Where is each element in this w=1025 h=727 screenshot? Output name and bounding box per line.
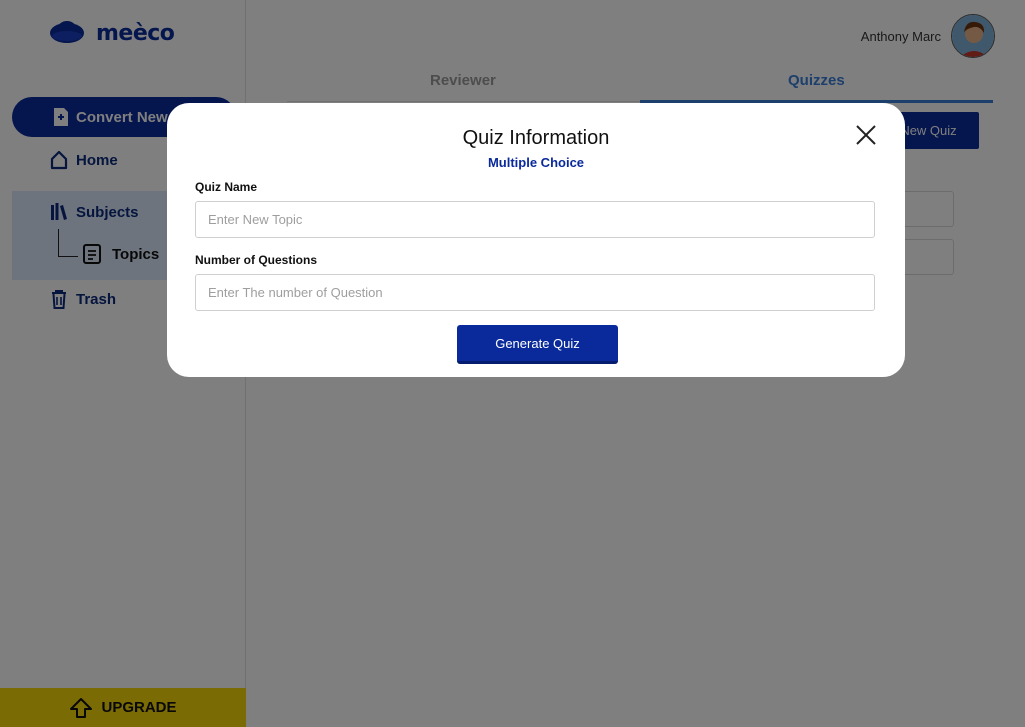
close-icon[interactable] bbox=[855, 124, 877, 146]
quiz-name-input[interactable] bbox=[195, 201, 875, 238]
dialog-subtitle: Multiple Choice bbox=[487, 155, 585, 170]
number-of-questions-label: Number of Questions bbox=[195, 253, 318, 267]
quiz-name-label: Quiz Name bbox=[195, 180, 258, 194]
number-of-questions-input[interactable] bbox=[195, 274, 875, 311]
dialog-title: Quiz Information bbox=[462, 127, 610, 149]
quiz-information-dialog: Quiz Information Multiple Choice Quiz Na… bbox=[167, 103, 905, 377]
generate-quiz-button[interactable]: Generate Quiz bbox=[457, 325, 618, 364]
